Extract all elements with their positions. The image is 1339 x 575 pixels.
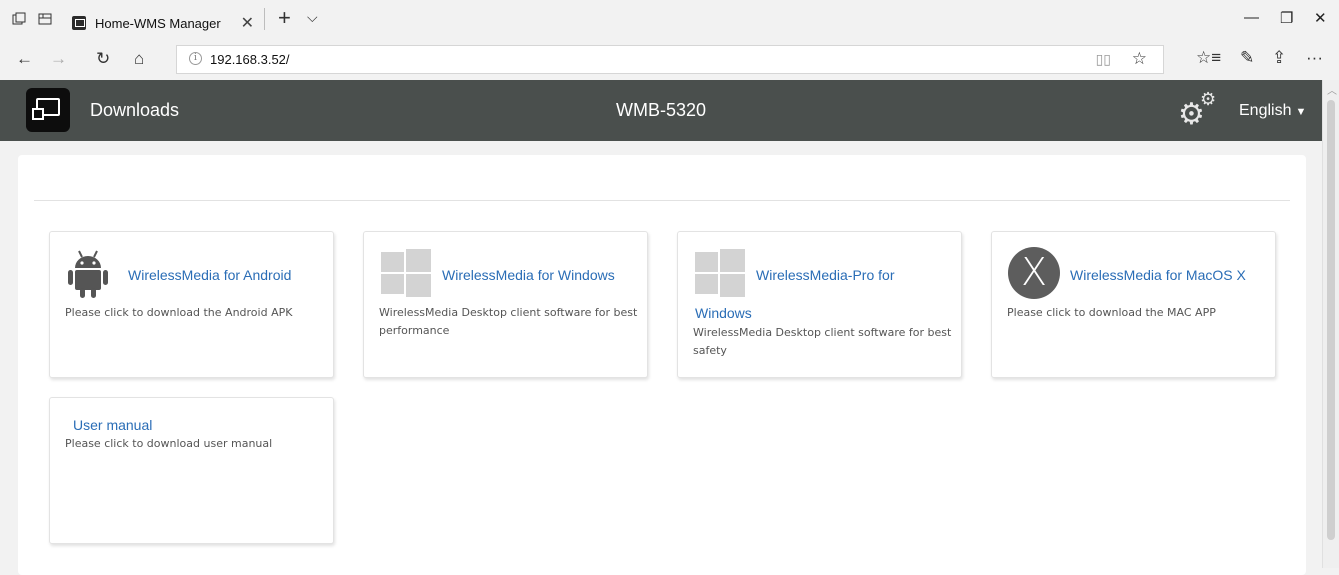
minimize-button[interactable]: — xyxy=(1244,9,1259,26)
download-card-windows[interactable]: WirelessMedia for Windows WirelessMedia … xyxy=(363,231,648,378)
refresh-button[interactable]: ↻ xyxy=(96,49,110,69)
tab-actions-icon[interactable] xyxy=(12,12,26,26)
card-description: Please click to download user manual xyxy=(65,437,273,450)
card-title[interactable]: WirelessMedia for Android xyxy=(128,266,291,284)
tab-close-icon[interactable]: ✕ xyxy=(241,13,254,33)
reading-view-icon[interactable]: ▯▯ xyxy=(1096,51,1111,68)
card-description: WirelessMedia Desktop client software fo… xyxy=(693,326,952,357)
scroll-up-icon[interactable]: ︿ xyxy=(1327,82,1337,97)
site-favicon xyxy=(72,16,86,30)
card-description: WirelessMedia Desktop client software fo… xyxy=(379,306,638,337)
card-title[interactable]: WirelessMedia for Windows xyxy=(442,266,615,284)
card-title[interactable]: User manual xyxy=(73,416,152,434)
home-button[interactable]: ⌂ xyxy=(134,49,144,69)
app-logo-icon[interactable] xyxy=(26,88,70,132)
scrollbar-thumb[interactable] xyxy=(1327,100,1335,540)
favorite-star-icon[interactable]: ☆ xyxy=(1132,49,1147,69)
browser-tab[interactable]: Home-WMS Manager ✕ xyxy=(62,6,264,40)
page-title: Downloads xyxy=(90,100,180,120)
download-card-user-manual[interactable]: User manual Please click to download use… xyxy=(49,397,334,544)
device-model: WMB-5320 xyxy=(616,100,707,120)
card-description: Please click to download the MAC APP xyxy=(1007,306,1216,319)
card-title[interactable]: WirelessMedia for MacOS X xyxy=(1070,266,1246,284)
windows-icon xyxy=(695,249,745,299)
download-card-android[interactable]: WirelessMedia for Android Please click t… xyxy=(49,231,334,378)
page-header: Downloads WMB-5320 ⚙ ⚙ English ▼ xyxy=(0,80,1322,141)
card-title-line2[interactable]: Windows xyxy=(695,304,752,322)
language-selector[interactable]: English ▼ xyxy=(1239,102,1306,120)
card-description: Please click to download the Android APK xyxy=(65,306,293,319)
downloads-panel: WirelessMedia for Android Please click t… xyxy=(18,155,1306,575)
share-icon[interactable]: ⇪ xyxy=(1272,48,1286,68)
vertical-scrollbar[interactable]: ︿ xyxy=(1322,80,1339,568)
macos-x-icon: X xyxy=(1008,247,1060,299)
tab-title: Home-WMS Manager xyxy=(95,15,221,31)
download-card-windows-pro[interactable]: WirelessMedia-Pro for Windows WirelessMe… xyxy=(677,231,962,378)
settings-gear-small-icon[interactable]: ⚙ xyxy=(1200,90,1216,108)
new-tab-button[interactable]: + xyxy=(278,5,291,31)
card-title-line1[interactable]: WirelessMedia-Pro for xyxy=(756,266,894,284)
set-aside-tabs-icon[interactable] xyxy=(38,12,52,26)
tab-separator xyxy=(264,8,265,30)
more-icon[interactable]: ··· xyxy=(1306,48,1323,68)
forward-button[interactable]: → xyxy=(50,49,67,69)
download-card-macos[interactable]: X WirelessMedia for MacOS X Please click… xyxy=(991,231,1276,378)
maximize-button[interactable]: ❐ xyxy=(1280,9,1293,27)
tab-list-chevron-icon[interactable]: ⌵ xyxy=(307,9,318,26)
back-button[interactable]: ← xyxy=(16,49,33,69)
android-icon xyxy=(66,248,110,305)
section-divider xyxy=(34,200,1290,201)
favorites-hub-icon[interactable]: ☆≡ xyxy=(1196,48,1221,68)
browser-toolbar: ← → ↻ ⌂ i 192.168.3.52/ ▯▯ ☆ ☆≡ ✎ ⇪ ··· xyxy=(0,40,1339,80)
address-bar[interactable]: i 192.168.3.52/ ▯▯ ☆ xyxy=(176,45,1164,74)
url-text[interactable]: 192.168.3.52/ xyxy=(210,52,290,67)
windows-icon xyxy=(381,249,431,299)
web-note-icon[interactable]: ✎ xyxy=(1240,48,1254,68)
close-window-button[interactable]: ✕ xyxy=(1314,9,1327,27)
site-info-icon[interactable]: i xyxy=(189,52,202,65)
language-label: English xyxy=(1239,102,1292,119)
caret-down-icon: ▼ xyxy=(1295,106,1307,118)
browser-tab-strip: Home-WMS Manager ✕ + ⌵ — ❐ ✕ xyxy=(0,0,1339,40)
